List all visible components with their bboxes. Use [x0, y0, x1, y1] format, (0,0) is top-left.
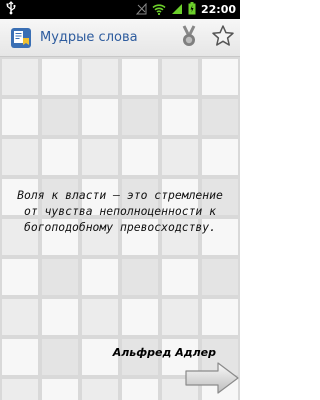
- status-time: 22:00: [200, 3, 236, 16]
- next-quote-button[interactable]: [184, 360, 240, 396]
- quote-author: Альфред Адлер: [112, 346, 216, 359]
- app-logo-icon[interactable]: [10, 27, 32, 49]
- quote-text: Воля к власти — это стремление от чувств…: [17, 188, 223, 234]
- status-bar: 22:00: [0, 0, 240, 19]
- favorite-star-icon: [211, 24, 235, 52]
- app-title: Мудрые слова: [40, 30, 138, 45]
- share-button[interactable]: [172, 21, 206, 55]
- status-right-icons: 22:00: [135, 0, 236, 19]
- status-left-icons: [4, 0, 136, 19]
- action-bar: Мудрые слова: [0, 19, 240, 57]
- battery-charging-icon: [188, 0, 196, 19]
- cell-signal-icon: [171, 0, 183, 19]
- arrow-right-icon: [184, 362, 240, 400]
- share-icon: [176, 23, 202, 53]
- wifi-icon: [152, 0, 166, 19]
- favorite-button[interactable]: [206, 21, 240, 55]
- signal-off-icon: [135, 0, 147, 19]
- usb-icon: [4, 0, 18, 19]
- quote-content-area[interactable]: Воля к власти — это стремление от чувств…: [0, 57, 240, 400]
